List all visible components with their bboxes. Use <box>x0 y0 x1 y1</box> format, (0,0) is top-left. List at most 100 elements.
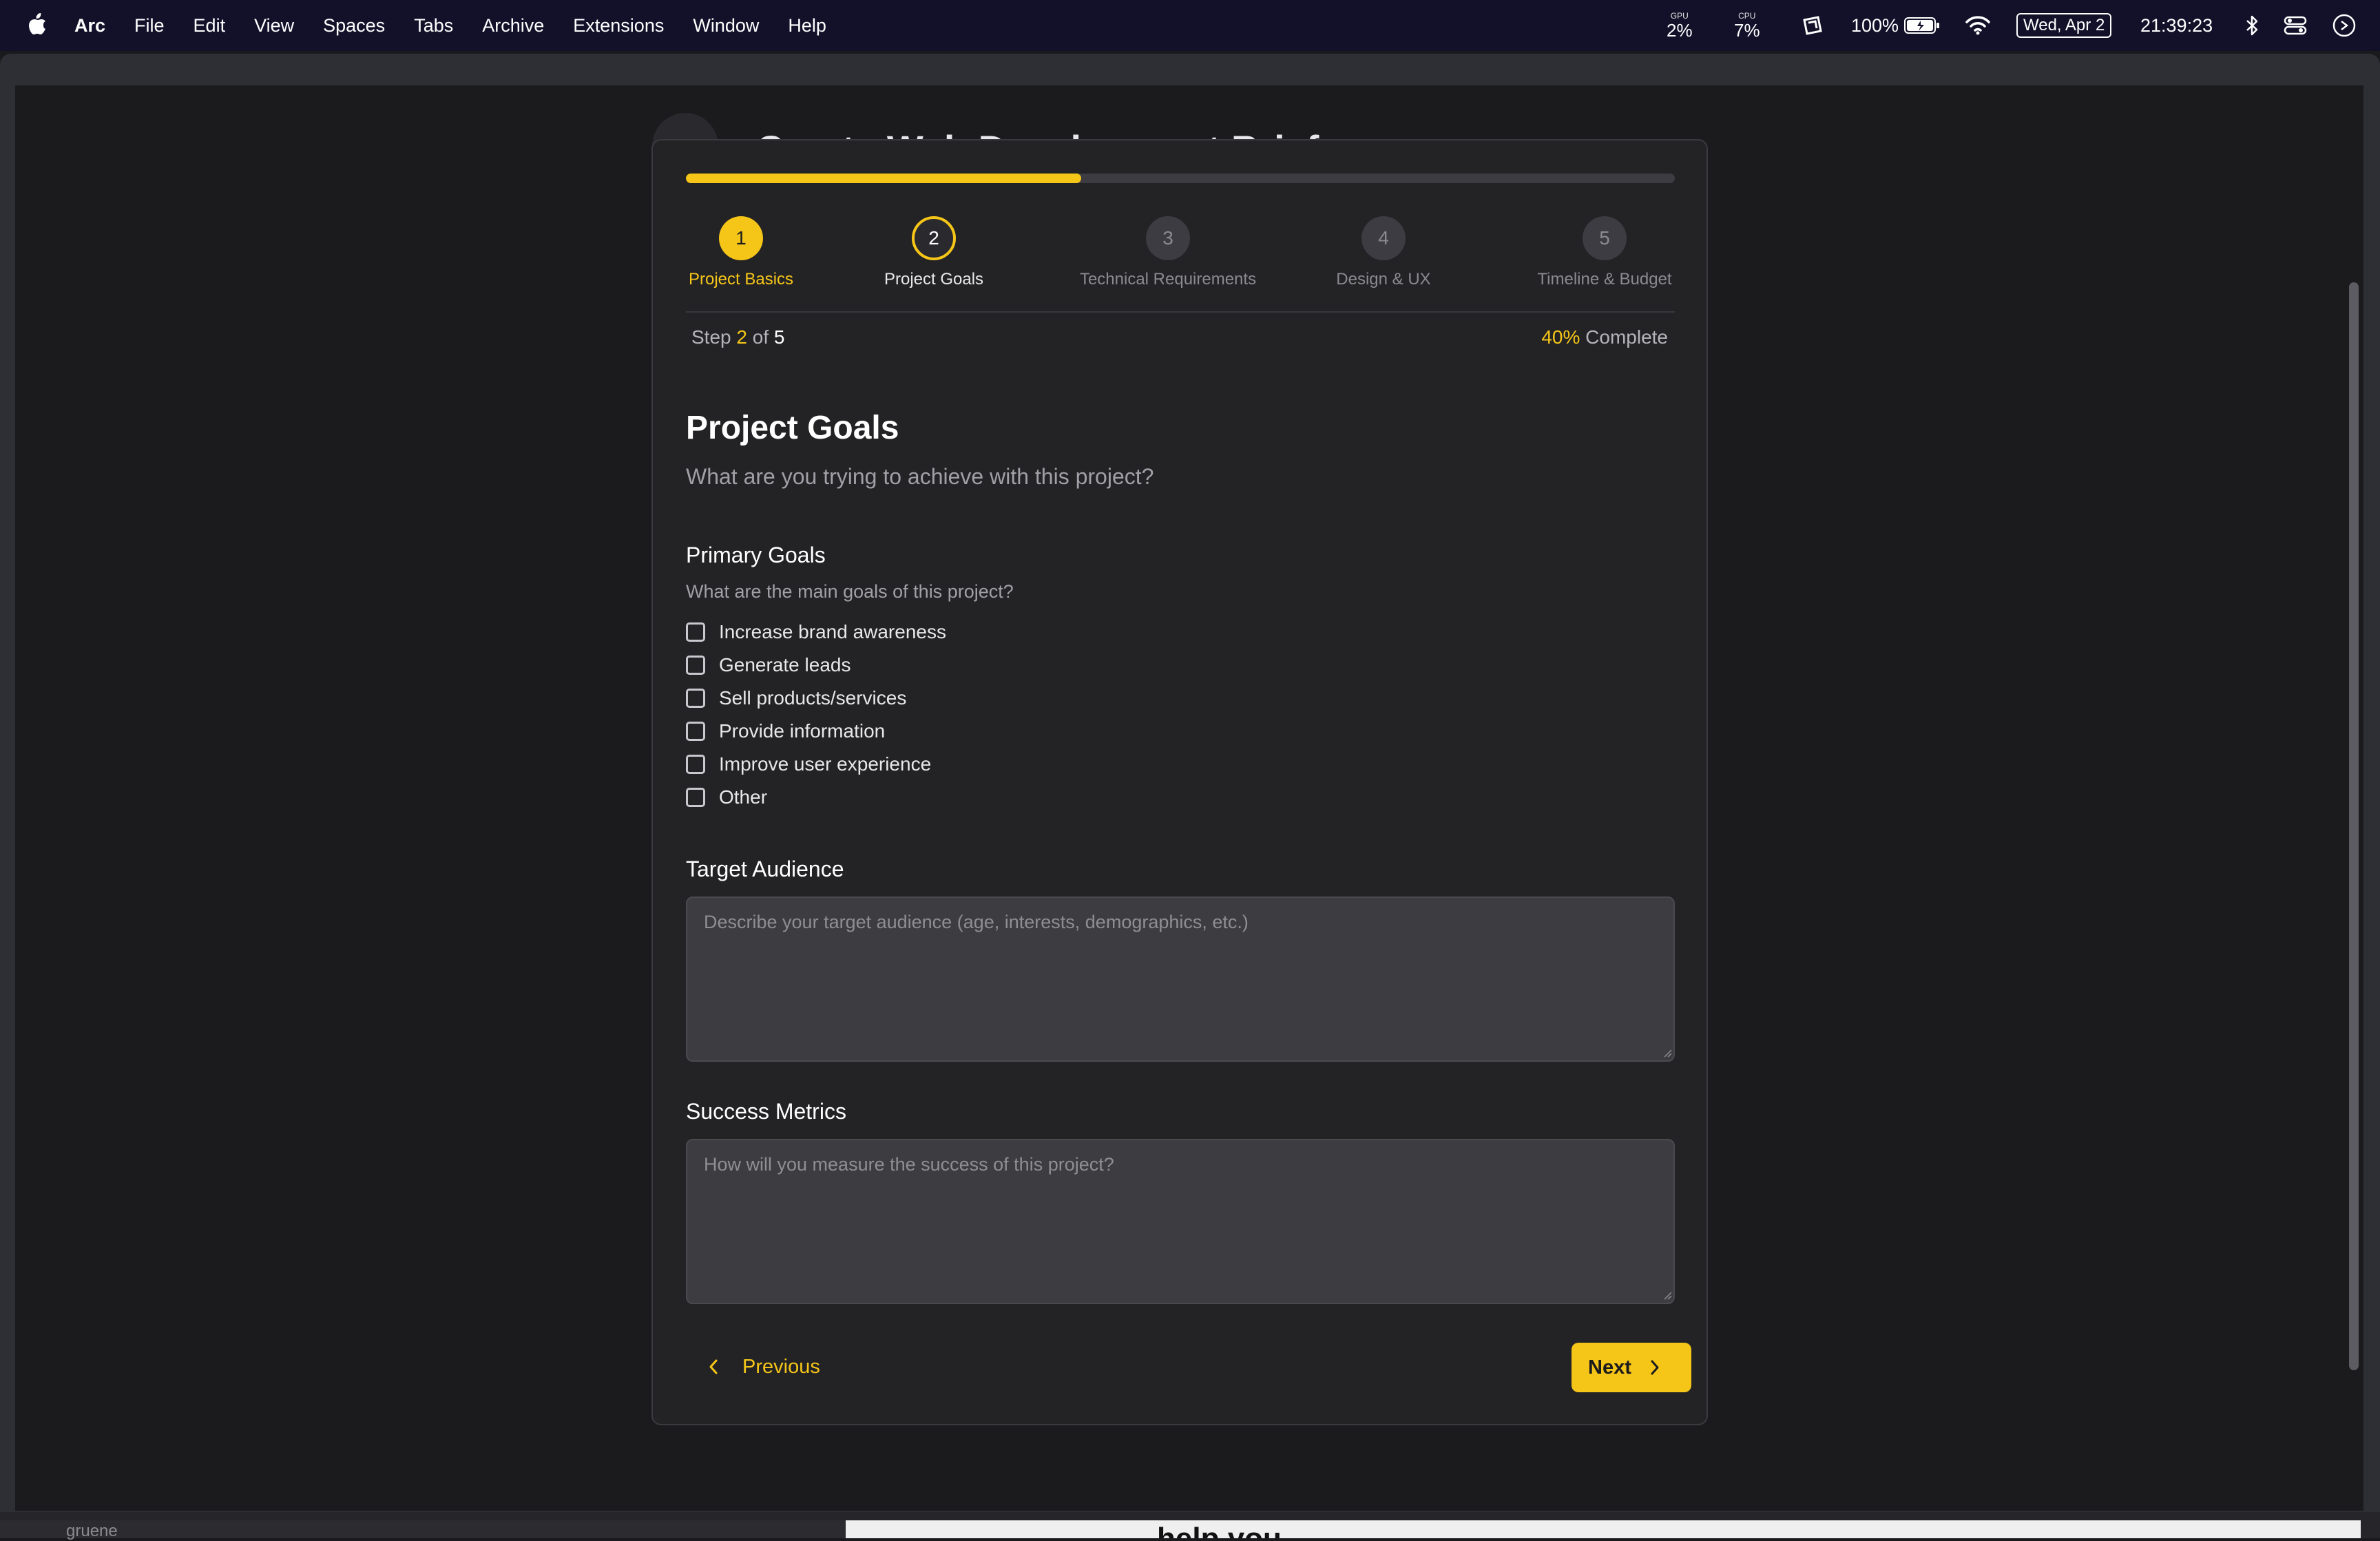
step-5[interactable]: 5 Timeline & Budget <box>1534 216 1675 289</box>
step-3-label: Technical Requirements <box>1079 270 1257 289</box>
goal-option-brand-awareness[interactable]: Increase brand awareness <box>686 616 946 649</box>
menu-tabs[interactable]: Tabs <box>414 15 453 36</box>
display-icon[interactable] <box>1800 0 1825 51</box>
menu-extensions[interactable]: Extensions <box>573 15 664 36</box>
target-audience-label: Target Audience <box>686 857 844 881</box>
date-text: Wed, Apr 2 <box>2016 13 2112 38</box>
menu-file[interactable]: File <box>134 15 165 36</box>
goal-option-sell-products[interactable]: Sell products/services <box>686 682 946 715</box>
goal-option-label: Sell products/services <box>719 687 907 709</box>
goal-checkbox[interactable] <box>686 788 705 807</box>
menu-view[interactable]: View <box>254 15 294 36</box>
step-2-label: Project Goals <box>884 270 984 289</box>
goal-option-label: Improve user experience <box>719 753 932 775</box>
step-indicator: 1 Project Basics 2 Project Goals 3 Techn… <box>686 216 1675 299</box>
siri-icon[interactable] <box>2332 0 2357 51</box>
scrollbar-thumb[interactable] <box>2349 282 2359 1370</box>
step-4[interactable]: 4 Design & UX <box>1332 216 1435 289</box>
wizard-card: 1 Project Basics 2 Project Goals 3 Techn… <box>651 139 1708 1425</box>
previous-button[interactable]: Previous <box>686 1343 831 1391</box>
step-2[interactable]: 2 Project Goals <box>880 216 988 289</box>
previous-button-label: Previous <box>742 1355 820 1378</box>
step-divider <box>686 311 1675 313</box>
cpu-meter[interactable]: CPU 7% <box>1734 0 1760 51</box>
goal-checkbox[interactable] <box>686 689 705 708</box>
step-counter-of: of <box>752 326 769 348</box>
step-5-circle: 5 <box>1583 216 1627 260</box>
goal-option-label: Other <box>719 786 768 808</box>
goal-option-other[interactable]: Other <box>686 781 946 814</box>
next-button[interactable]: Next <box>1572 1343 1691 1392</box>
step-3[interactable]: 3 Technical Requirements <box>1072 216 1264 289</box>
step-1-circle: 1 <box>719 216 763 260</box>
goal-option-user-experience[interactable]: Improve user experience <box>686 748 946 781</box>
battery-percent: 100% <box>1851 14 1899 36</box>
control-center-icon[interactable] <box>2284 0 2307 51</box>
resize-handle-icon[interactable] <box>1662 1290 1672 1300</box>
background-window-right-text: help you. <box>1157 1522 1290 1538</box>
menu-app-name[interactable]: Arc <box>74 15 105 36</box>
step-1-label: Project Basics <box>688 270 794 289</box>
menu-bar: Arc File Edit View Spaces Tabs Archive E… <box>0 0 2380 51</box>
completion-status: 40% Complete <box>1541 326 1668 348</box>
next-button-label: Next <box>1588 1356 1631 1378</box>
battery-status[interactable]: 100% <box>1851 0 1940 51</box>
success-metrics-label: Success Metrics <box>686 1099 846 1124</box>
gpu-meter[interactable]: GPU 2% <box>1667 0 1693 51</box>
step-4-circle: 4 <box>1361 216 1406 260</box>
primary-goals-help: What are the main goals of this project? <box>686 581 1014 602</box>
date-display[interactable]: Wed, Apr 2 <box>2016 0 2112 51</box>
goal-checkbox[interactable] <box>686 722 705 741</box>
resize-handle-icon[interactable] <box>1662 1048 1672 1058</box>
step-4-label: Design & UX <box>1336 270 1431 289</box>
completion-percent: 40% <box>1541 326 1580 348</box>
wifi-icon[interactable] <box>1964 0 1992 51</box>
step-counter: Step 2 of 5 <box>691 326 784 348</box>
goal-checkbox[interactable] <box>686 622 705 642</box>
goal-checkbox[interactable] <box>686 755 705 774</box>
step-counter-current: 2 <box>736 326 747 348</box>
chevron-right-icon <box>1651 1360 1659 1375</box>
clock[interactable]: 21:39:23 <box>2140 0 2213 51</box>
menu-list: Arc File Edit View Spaces Tabs Archive E… <box>74 0 855 51</box>
battery-icon <box>1904 17 1940 34</box>
gpu-value: 2% <box>1667 20 1693 41</box>
goal-option-provide-information[interactable]: Provide information <box>686 715 946 748</box>
step-3-circle: 3 <box>1146 216 1190 260</box>
goal-option-generate-leads[interactable]: Generate leads <box>686 649 946 682</box>
goal-option-label: Provide information <box>719 720 886 742</box>
chevron-left-icon <box>709 1359 718 1374</box>
progress-fill <box>686 174 1082 183</box>
progress-bar <box>686 174 1675 183</box>
menu-spaces[interactable]: Spaces <box>323 15 385 36</box>
step-1[interactable]: 1 Project Basics <box>686 216 796 289</box>
apple-icon[interactable] <box>28 12 47 36</box>
cpu-value: 7% <box>1734 20 1760 41</box>
cpu-label: CPU <box>1738 11 1756 21</box>
primary-goals-checklist: Increase brand awareness Generate leads … <box>686 616 946 814</box>
step-counter-prefix: Step <box>691 326 731 348</box>
menu-edit[interactable]: Edit <box>194 15 226 36</box>
background-windows: gruene help you. <box>0 1512 2380 1540</box>
section-subtitle: What are you trying to achieve with this… <box>686 464 1154 489</box>
menu-help[interactable]: Help <box>788 15 826 36</box>
goal-option-label: Increase brand awareness <box>719 621 946 642</box>
gpu-label: GPU <box>1670 11 1689 21</box>
menu-archive[interactable]: Archive <box>482 15 544 36</box>
target-audience-input[interactable] <box>686 897 1675 1062</box>
background-window-left <box>0 1520 847 1538</box>
step-counter-total: 5 <box>773 326 785 348</box>
background-window-right: help you. <box>846 1520 2361 1538</box>
section-title: Project Goals <box>686 410 899 446</box>
completion-suffix: Complete <box>1585 326 1668 348</box>
primary-goals-label: Primary Goals <box>686 543 826 567</box>
goal-checkbox[interactable] <box>686 656 705 675</box>
clock-time: 21:39:23 <box>2140 14 2213 36</box>
step-5-label: Timeline & Budget <box>1537 270 1672 289</box>
success-metrics-input[interactable] <box>686 1139 1675 1304</box>
menu-window[interactable]: Window <box>693 15 759 36</box>
bluetooth-icon[interactable] <box>2245 0 2260 51</box>
page-viewport: Create Web Development Brief 1 Project B… <box>15 85 2346 1511</box>
goal-option-label: Generate leads <box>719 654 851 675</box>
step-2-circle: 2 <box>912 216 956 260</box>
